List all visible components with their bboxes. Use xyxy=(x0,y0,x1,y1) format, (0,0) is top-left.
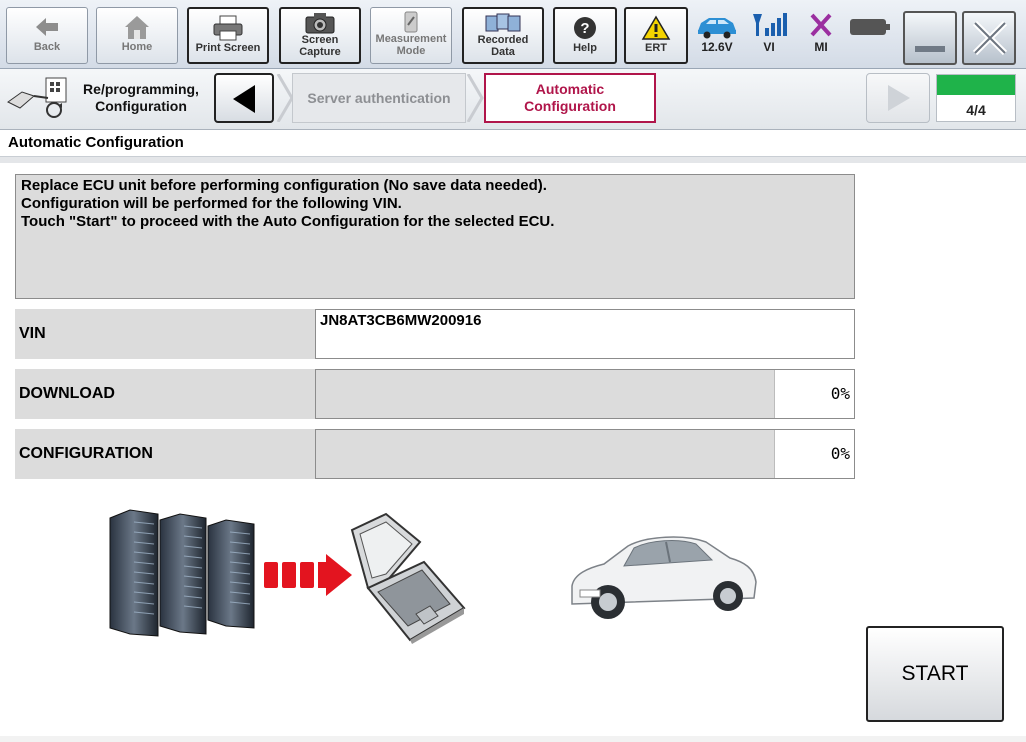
download-percent: 0% xyxy=(830,384,850,403)
step-progress-indicator: 4/4 xyxy=(936,74,1016,122)
step-progress-bar xyxy=(937,75,1015,95)
configuration-label: CONFIGURATION xyxy=(15,429,315,479)
mi-label: MI xyxy=(814,40,828,54)
close-button[interactable] xyxy=(962,11,1016,65)
recorded-data-label: Recorded Data xyxy=(477,34,529,58)
laptop-illustration xyxy=(346,512,470,649)
print-screen-label: Print Screen xyxy=(195,42,261,54)
red-arrow-icon xyxy=(262,552,354,605)
measurement-mode-button[interactable]: Measurement Mode xyxy=(370,7,452,64)
car-illustration xyxy=(566,528,758,629)
vin-field: JN8AT3CB6MW200916 xyxy=(315,309,855,359)
start-button[interactable]: START xyxy=(866,626,1004,722)
close-icon xyxy=(971,18,1009,63)
vi-status: VI xyxy=(746,8,792,62)
triangle-right-icon xyxy=(888,85,910,111)
home-label: Home xyxy=(121,41,153,53)
back-arrow-icon xyxy=(7,13,87,41)
measurement-mode-label: Measurement Mode xyxy=(375,33,447,57)
home-icon xyxy=(97,13,177,41)
server-rack-illustration xyxy=(106,508,258,643)
step-server-authentication: Server authentication xyxy=(292,73,466,123)
minimize-icon xyxy=(915,46,945,52)
camera-icon xyxy=(281,12,359,34)
section-label: Re/programming, Configuration xyxy=(83,81,199,114)
download-progress-track xyxy=(316,370,775,418)
reprogramming-icon xyxy=(4,74,70,122)
nav-back-button[interactable] xyxy=(214,73,274,123)
triangle-left-icon xyxy=(233,85,255,113)
help-icon: ? xyxy=(555,14,615,42)
back-button[interactable]: Back xyxy=(6,7,88,64)
home-button[interactable]: Home xyxy=(96,7,178,64)
top-toolbar: Back Home Print Screen Screen Capture Me… xyxy=(0,0,1026,69)
ert-label: ERT xyxy=(645,42,667,54)
print-screen-button[interactable]: Print Screen xyxy=(187,7,269,64)
nav-next-button[interactable] xyxy=(866,73,930,123)
car-icon xyxy=(694,10,740,40)
printer-icon xyxy=(189,14,267,42)
mi-status: MI xyxy=(798,8,844,62)
battery-voltage: 12.6V xyxy=(701,40,733,54)
screen-capture-button[interactable]: Screen Capture xyxy=(279,7,361,64)
ert-button[interactable]: ERT xyxy=(624,7,688,64)
configuration-percent: 0% xyxy=(830,444,850,463)
help-button[interactable]: ? Help xyxy=(553,7,617,64)
recorded-data-button[interactable]: Recorded Data xyxy=(462,7,544,64)
back-label: Back xyxy=(33,41,61,53)
printer-battery-icon xyxy=(849,16,891,43)
help-label: Help xyxy=(573,42,597,54)
minimize-button[interactable] xyxy=(903,11,957,65)
instruction-message: Replace ECU unit before performing confi… xyxy=(15,174,855,299)
step-arrow-separator-2 xyxy=(466,73,484,127)
mi-disconnected-icon xyxy=(798,10,844,40)
download-label: DOWNLOAD xyxy=(15,369,315,419)
vi-label: VI xyxy=(763,40,775,54)
recorded-data-icon xyxy=(464,12,542,34)
vin-label: VIN xyxy=(15,309,315,359)
bottom-strip xyxy=(0,736,1026,742)
step-automatic-configuration: Automatic Configuration xyxy=(484,73,656,123)
warning-icon xyxy=(626,14,686,42)
vi-signal-icon xyxy=(746,10,792,40)
configuration-progress-bar: 0% xyxy=(315,429,855,479)
page-title: Automatic Configuration xyxy=(8,134,184,151)
download-progress-bar: 0% xyxy=(315,369,855,419)
measurement-icon xyxy=(371,11,451,33)
page-counter: 4/4 xyxy=(966,102,986,118)
message-line: Configuration will be performed for the … xyxy=(21,195,402,212)
message-line: Touch "Start" to proceed with the Auto C… xyxy=(21,213,555,230)
message-line: Replace ECU unit before performing confi… xyxy=(21,177,547,194)
svg-text:?: ? xyxy=(580,20,589,37)
screen-capture-label: Screen Capture xyxy=(299,34,341,58)
configuration-progress-track xyxy=(316,430,775,478)
title-divider xyxy=(0,157,1026,163)
battery-status: 12.6V xyxy=(694,8,740,62)
